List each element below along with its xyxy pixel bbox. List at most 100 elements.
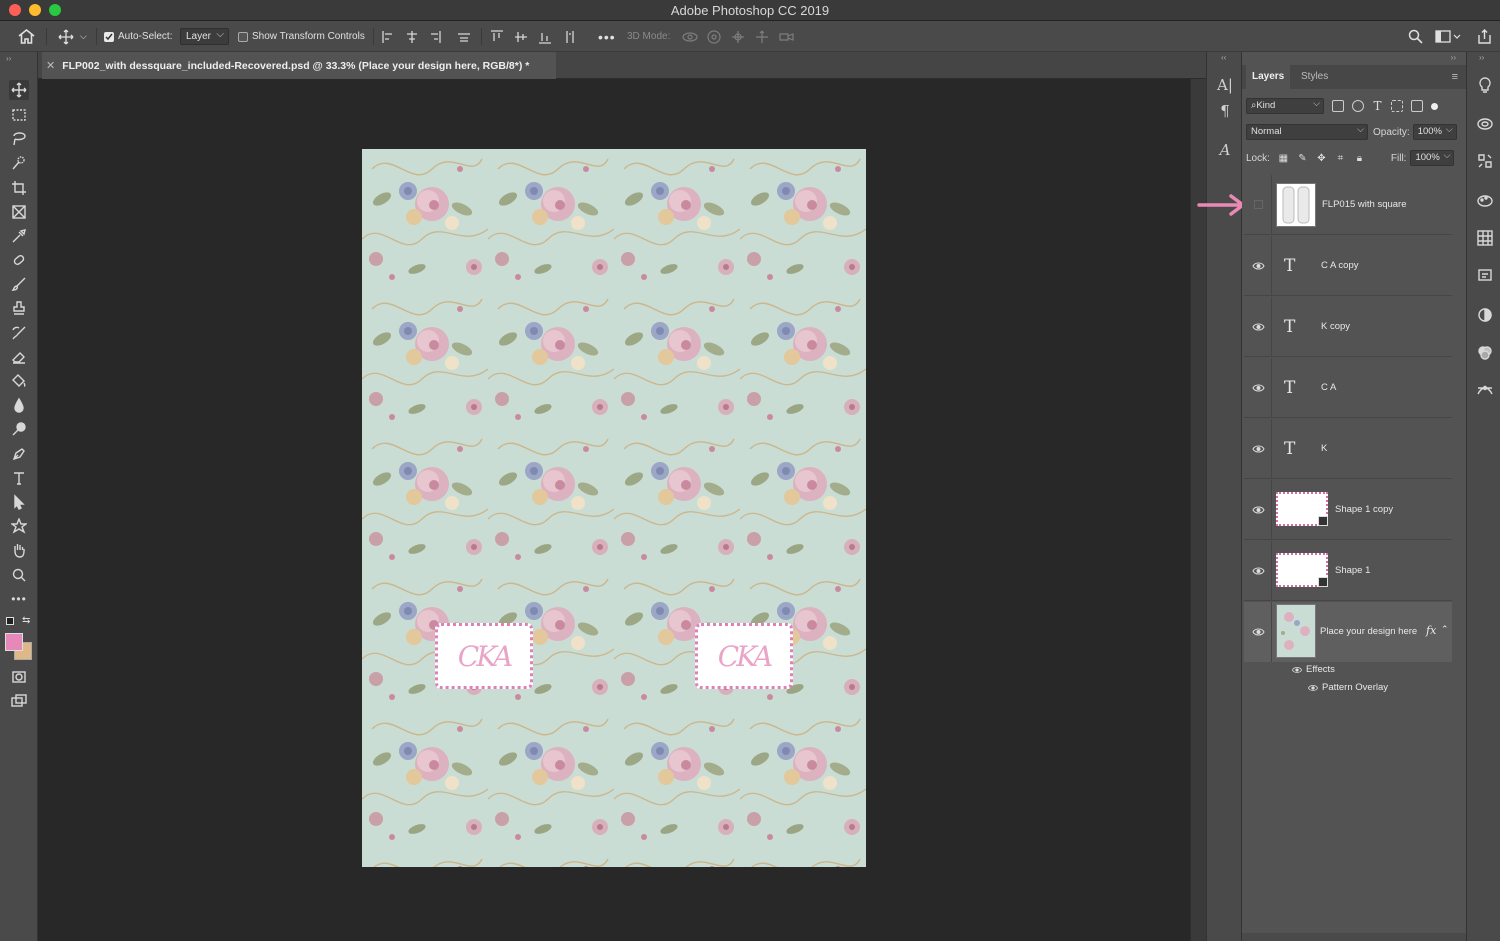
dodge-tool[interactable] bbox=[9, 419, 29, 439]
expand-panels-icon[interactable]: ›› bbox=[1479, 53, 1484, 62]
hand-tool[interactable] bbox=[9, 540, 29, 560]
collapse-panels-icon[interactable]: ‹‹ bbox=[1221, 53, 1226, 62]
lock-paint-icon[interactable]: ✎ bbox=[1297, 153, 1308, 164]
path-selection-tool[interactable] bbox=[9, 492, 29, 512]
edit-toolbar-icon[interactable]: ••• bbox=[9, 589, 29, 609]
layer-row-k-copy[interactable]: T K copy bbox=[1244, 297, 1452, 357]
blur-tool[interactable] bbox=[9, 395, 29, 415]
clone-stamp-tool[interactable] bbox=[9, 298, 29, 318]
layer-row-place-your-design[interactable]: Place your design here fx ⌃ Effects Patt… bbox=[1244, 602, 1452, 697]
lock-artboard-icon[interactable]: ⌗ bbox=[1335, 153, 1346, 164]
marquee-tool[interactable] bbox=[9, 105, 29, 125]
channels-panel-button[interactable] bbox=[1476, 306, 1494, 324]
type-tool[interactable] bbox=[9, 468, 29, 488]
eye-icon[interactable] bbox=[1252, 626, 1265, 638]
panel-menu-icon[interactable]: ≡ bbox=[1452, 71, 1458, 83]
eye-icon[interactable] bbox=[1252, 565, 1265, 577]
pattern-overlay-effect[interactable]: Pattern Overlay bbox=[1322, 682, 1388, 693]
filter-adjustment-icon[interactable] bbox=[1352, 100, 1364, 112]
collapse-dock-icon[interactable]: ›› bbox=[1451, 53, 1456, 62]
filter-toggle-icon[interactable] bbox=[1431, 102, 1438, 110]
lock-position-icon[interactable]: ✥ bbox=[1316, 153, 1327, 164]
layer-row-ca[interactable]: T C A bbox=[1244, 358, 1452, 418]
paint-bucket-tool[interactable] bbox=[9, 371, 29, 391]
expand-toolbar-icon[interactable]: ›› bbox=[6, 54, 11, 63]
eye-icon[interactable] bbox=[1252, 504, 1265, 516]
properties-icon bbox=[1478, 269, 1492, 281]
filter-kind-dropdown[interactable]: ⌕Kind bbox=[1246, 96, 1324, 114]
paths-panel-button[interactable] bbox=[1476, 382, 1494, 400]
3d-mode-icons[interactable] bbox=[681, 29, 797, 45]
filter-pixel-icon[interactable] bbox=[1332, 100, 1344, 112]
screen-mode-button[interactable] bbox=[9, 691, 29, 711]
auto-select-checkbox[interactable] bbox=[104, 31, 114, 42]
color-panel-button[interactable] bbox=[1476, 191, 1494, 209]
distribute-icons[interactable] bbox=[489, 29, 581, 45]
custom-shape-tool[interactable] bbox=[9, 516, 29, 536]
filter-type-icon[interactable]: T bbox=[1372, 100, 1383, 112]
eye-icon[interactable] bbox=[1252, 321, 1265, 333]
visibility-toggle-off[interactable] bbox=[1254, 200, 1263, 209]
search-button[interactable] bbox=[1408, 21, 1423, 52]
layer-row-ca-copy[interactable]: T C A copy bbox=[1244, 236, 1452, 296]
lock-transparent-icon[interactable]: ▦ bbox=[1278, 153, 1289, 164]
filter-smart-object-icon[interactable] bbox=[1411, 100, 1423, 112]
workspace-switcher-button[interactable] bbox=[1435, 21, 1461, 52]
channels-mix-panel-button[interactable] bbox=[1476, 344, 1494, 362]
learn-panel-button[interactable] bbox=[1476, 76, 1494, 94]
character-panel-icon[interactable]: A| bbox=[1216, 76, 1234, 94]
lock-all-icon[interactable]: 🔒︎ bbox=[1354, 153, 1365, 164]
stamp-icon bbox=[13, 301, 25, 315]
align-icons[interactable] bbox=[381, 29, 477, 45]
eye-icon[interactable] bbox=[1252, 443, 1265, 455]
filter-shape-icon[interactable] bbox=[1391, 100, 1403, 112]
swap-colors-icon[interactable]: ⇆ bbox=[22, 615, 30, 626]
document-canvas[interactable]: CKA CKA bbox=[362, 149, 866, 867]
layer-row-k[interactable]: T K bbox=[1244, 419, 1452, 479]
layer-row-flp015[interactable]: FLP015 with square bbox=[1244, 175, 1452, 235]
history-brush-tool[interactable] bbox=[9, 323, 29, 343]
move-tool-preset-picker[interactable]: ⌵ bbox=[58, 21, 87, 52]
eye-icon[interactable] bbox=[1252, 382, 1265, 394]
layer-row-shape-1[interactable]: Shape 1 bbox=[1244, 541, 1452, 601]
move-tool[interactable] bbox=[9, 80, 29, 100]
blend-mode-dropdown[interactable]: Normal bbox=[1246, 122, 1368, 140]
effects-label[interactable]: Effects bbox=[1306, 664, 1335, 675]
eraser-tool[interactable] bbox=[9, 347, 29, 367]
eye-icon[interactable] bbox=[1307, 683, 1319, 693]
adjustments-panel-button[interactable] bbox=[1476, 152, 1494, 170]
default-colors-icon[interactable] bbox=[6, 617, 14, 625]
collapse-effects-icon[interactable]: ⌃ bbox=[1441, 624, 1449, 635]
properties-panel-button[interactable] bbox=[1476, 266, 1494, 284]
libraries-panel-button[interactable] bbox=[1476, 115, 1494, 133]
document-tab[interactable]: ✕ FLP002_with dessquare_included-Recover… bbox=[42, 52, 556, 79]
quick-selection-tool[interactable] bbox=[9, 153, 29, 173]
foreground-color-swatch[interactable] bbox=[5, 633, 23, 651]
fx-badge[interactable]: fx bbox=[1426, 624, 1436, 637]
lasso-tool[interactable] bbox=[9, 129, 29, 149]
glyphs-panel-icon[interactable]: A bbox=[1216, 141, 1234, 159]
swatches-panel-button[interactable] bbox=[1476, 229, 1494, 247]
close-document-icon[interactable]: ✕ bbox=[46, 59, 55, 72]
eye-icon[interactable] bbox=[1291, 665, 1303, 675]
eyedropper-tool[interactable] bbox=[9, 226, 29, 246]
tab-styles[interactable]: Styles bbox=[1295, 65, 1334, 89]
opacity-field[interactable]: 100% bbox=[1412, 122, 1457, 140]
show-transform-checkbox[interactable] bbox=[238, 31, 248, 42]
layer-row-shape-1-copy[interactable]: Shape 1 copy bbox=[1244, 480, 1452, 540]
crop-tool[interactable] bbox=[9, 178, 29, 198]
zoom-tool[interactable] bbox=[9, 565, 29, 585]
quick-mask-button[interactable] bbox=[9, 667, 29, 687]
pen-tool[interactable] bbox=[9, 444, 29, 464]
healing-brush-tool[interactable] bbox=[9, 250, 29, 270]
home-button[interactable] bbox=[18, 21, 35, 52]
fill-field[interactable]: 100% bbox=[1410, 148, 1455, 166]
brush-tool[interactable] bbox=[9, 274, 29, 294]
share-button[interactable] bbox=[1477, 21, 1492, 52]
auto-select-target-dropdown[interactable]: Layer bbox=[180, 27, 229, 45]
more-options-icon[interactable]: ••• bbox=[598, 21, 616, 52]
paragraph-panel-icon[interactable]: ¶ bbox=[1216, 102, 1234, 120]
eye-icon[interactable] bbox=[1252, 260, 1265, 272]
tab-layers[interactable]: Layers bbox=[1246, 65, 1291, 89]
frame-tool[interactable] bbox=[9, 202, 29, 222]
